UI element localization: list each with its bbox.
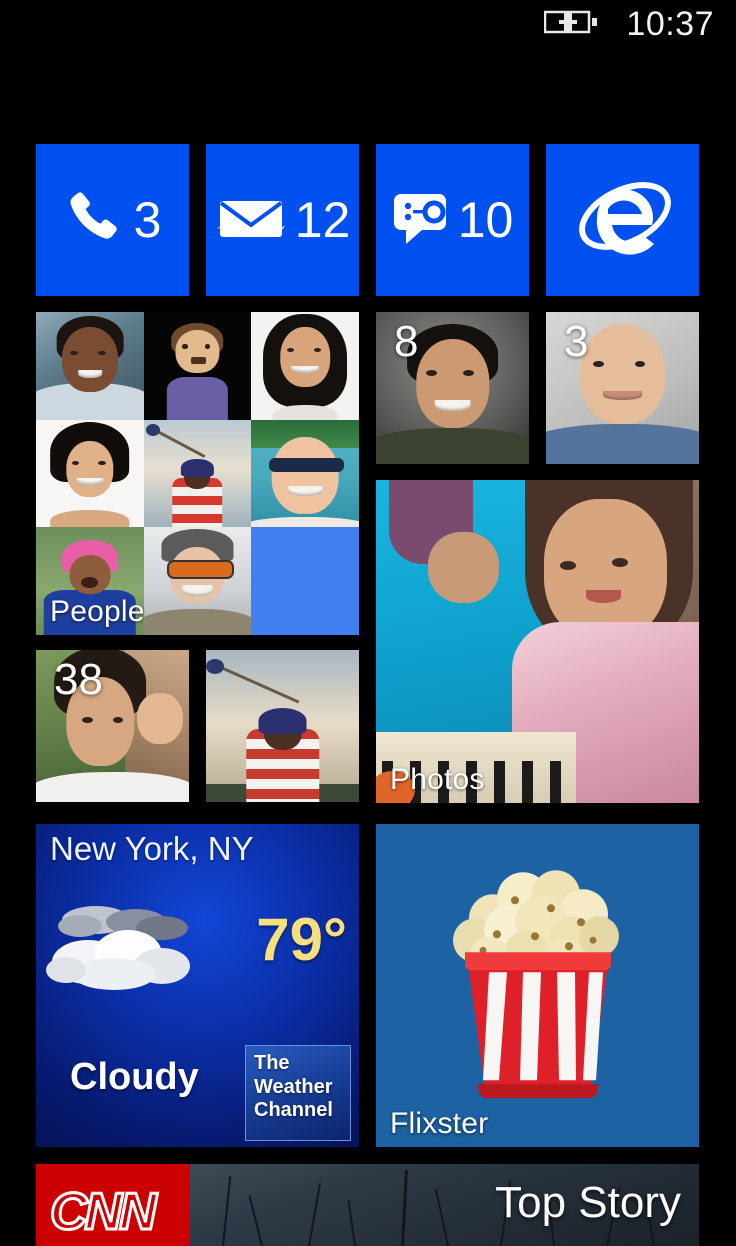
twc-line-3: Channel (254, 1099, 333, 1122)
twc-line-2: Weather (254, 1075, 333, 1098)
flixster-tile-label: Flixster (390, 1107, 489, 1140)
people-photo-4 (36, 419, 144, 528)
weather-city-label: New York, NY (50, 830, 254, 867)
people-photo-6 (251, 419, 359, 528)
internet-explorer-e-icon (571, 170, 675, 271)
phone-handset-icon (64, 187, 126, 254)
weather-temperature: 79° (256, 906, 347, 973)
people-photo-3 (251, 312, 359, 420)
battery-charging-icon (544, 9, 600, 40)
phone-tile-content: 3 (64, 187, 162, 254)
people-photo-5 (143, 419, 252, 528)
envelope-icon (215, 189, 287, 252)
twc-line-1: The (254, 1052, 290, 1074)
people-photo-1 (36, 312, 144, 420)
status-bar: 10:37 (0, 0, 736, 48)
contact-1-badge: 8 (394, 317, 419, 366)
photos-tile-image (376, 480, 699, 803)
tile-contact-2[interactable]: 3 (546, 312, 699, 464)
people-photo-2 (143, 312, 252, 420)
cnn-logo-text: CNN (49, 1182, 159, 1243)
tile-flixster[interactable]: Flixster (376, 824, 699, 1147)
tile-phone[interactable]: 3 (36, 144, 189, 296)
cnn-logo-block: CNN (36, 1164, 190, 1246)
messaging-tile-content: 10 (392, 190, 514, 251)
weather-channel-logo: The Weather Channel (245, 1045, 351, 1141)
photos-tile-label: Photos (390, 763, 485, 796)
weather-condition-label: Cloudy (70, 1056, 199, 1098)
tile-photos[interactable]: Photos (376, 480, 699, 803)
tile-contact-3[interactable]: 38 (36, 650, 189, 802)
messaging-tile-count: 10 (457, 192, 514, 248)
tile-cnn[interactable]: CNN Top Story (36, 1164, 699, 1246)
cnn-headline: Top Story (495, 1178, 681, 1227)
contact-2-badge: 3 (564, 317, 589, 366)
tile-contact-1[interactable]: 8 (376, 312, 529, 464)
cloudy-icon (44, 886, 214, 1011)
mail-tile-count: 12 (294, 192, 351, 248)
speech-bubble-smiley-icon (392, 190, 450, 251)
people-photo-8 (143, 527, 252, 635)
mail-tile-content: 12 (215, 189, 351, 252)
popcorn-bucket-icon (423, 848, 653, 1103)
tile-internet-explorer[interactable] (546, 144, 699, 296)
people-empty-cell (251, 527, 359, 635)
contact-3-badge: 38 (54, 655, 103, 704)
phone-tile-count: 3 (133, 192, 162, 248)
status-clock: 10:37 (626, 4, 714, 43)
tile-weather[interactable]: New York, NY 79° Cloudy The Weather Chan… (36, 824, 359, 1147)
tile-messaging[interactable]: 10 (376, 144, 529, 296)
tile-people[interactable]: People (36, 312, 359, 635)
tile-contact-4[interactable] (206, 650, 359, 802)
tile-mail[interactable]: 12 (206, 144, 359, 296)
people-tile-label: People (50, 595, 145, 628)
